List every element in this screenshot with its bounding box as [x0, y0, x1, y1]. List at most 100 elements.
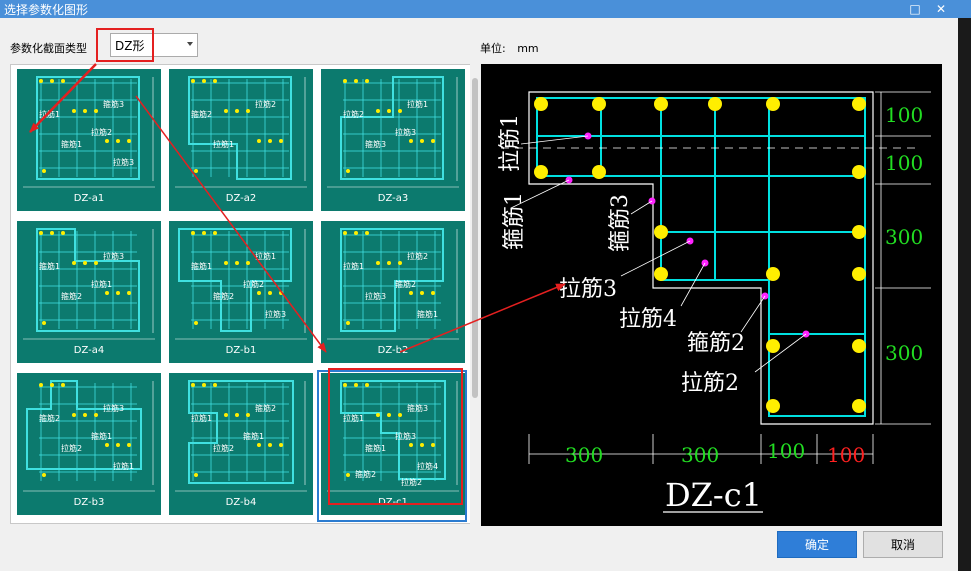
thumbnail-drawing: [169, 373, 313, 515]
ok-button[interactable]: 确定: [777, 531, 857, 558]
thumbnail-drawing: [17, 69, 161, 211]
stirrup-line: [536, 97, 866, 417]
thumbnail-rebar-label: 拉筋1: [213, 140, 235, 149]
thumbnail-rebar-label: 箍筋3: [365, 140, 387, 149]
shape-thumbnail[interactable]: 箍筋1 箍筋2 拉筋3 拉筋1 DZ-a4: [17, 221, 161, 363]
thumbnail-rebar-label: 箍筋2: [395, 280, 417, 289]
rebar-dot: [766, 97, 780, 111]
thumbnail-caption: DZ-b1: [225, 345, 257, 356]
thumbnail-rebar-label: 拉筋3: [103, 252, 125, 261]
unit-label: 单位:: [480, 42, 506, 55]
preview-rebar-label: 拉筋3: [559, 277, 617, 302]
thumbnail-rebar-label: 拉筋3: [103, 404, 125, 413]
preview-rebar-label: 箍筋2: [687, 331, 745, 356]
thumbnail-rebar-label: 拉筋1: [343, 262, 365, 271]
thumbnail-rebar-label: 拉筋1: [39, 110, 61, 119]
thumbnail-caption: DZ-a4: [73, 345, 105, 356]
rebar-dot: [708, 97, 722, 111]
thumbnail-rebar-label: 箍筋1: [91, 432, 113, 441]
dimension-right: 300: [885, 225, 923, 249]
thumbnail-drawing: [17, 373, 161, 515]
shape-thumbnail[interactable]: 拉筋1 箍筋1 箍筋3 拉筋2 拉筋3 DZ-a1: [17, 69, 161, 211]
unit-value: mm: [517, 42, 539, 55]
thumbnail-rebar-label: 箍筋2: [39, 414, 61, 423]
thumbnail-drawing: [169, 221, 313, 363]
dimension-bottom: 100: [767, 439, 805, 463]
thumbnail-drawing: [321, 221, 465, 363]
rebar-dot: [852, 399, 866, 413]
thumbnail-caption: DZ-b3: [73, 497, 105, 508]
rebar-dot: [592, 97, 606, 111]
shape-gallery: 拉筋1 箍筋1 箍筋3 拉筋2 拉筋3 DZ-a1 箍筋2 拉筋1 拉筋2 DZ-a2 拉筋2 箍筋3…: [10, 64, 480, 524]
preview-drawing: 拉筋1 箍筋1 箍筋3 拉筋3拉筋4 箍筋2 拉筋2 100 100 300 300 300 300 1…: [498, 91, 931, 514]
rebar-dot: [852, 97, 866, 111]
thumbnail-drawing: [169, 69, 313, 211]
thumbnail-rebar-label: 拉筋3: [113, 158, 135, 167]
preview-rebar-label: 箍筋3: [608, 194, 633, 252]
gallery-scrollbar[interactable]: [470, 64, 480, 524]
restore-button[interactable]: □: [906, 1, 924, 17]
thumbnail-rebar-label: 拉筋1: [407, 100, 429, 109]
shape-thumbnail[interactable]: 拉筋1 拉筋3 拉筋2 箍筋2 箍筋1 DZ-b2: [321, 221, 465, 363]
preview-panel: 拉筋1 箍筋1 箍筋3 拉筋3 拉筋4 箍筋2 拉筋2 100 100 300 300 300 300 1…: [481, 64, 942, 526]
title-bar: 选择参数化图形 □ ✕: [0, 0, 971, 18]
thumbnail-rebar-label: 拉筋2: [407, 252, 429, 261]
rebar-dot: [654, 97, 668, 111]
thumbnail-rebar-label: 拉筋3: [365, 292, 387, 301]
thumbnail-rebar-label: 拉筋3: [265, 310, 287, 319]
highlight-box-select: [96, 28, 154, 62]
thumbnail-rebar-label: 拉筋1: [113, 462, 135, 471]
preview-rebar-label: 拉筋2: [681, 371, 739, 396]
dimension-right: 100: [885, 103, 923, 127]
thumbnail-rebar-label: 拉筋2: [255, 100, 277, 109]
thumbnail-rebar-label: 拉筋3: [395, 128, 417, 137]
preview-title: DZ-c1: [665, 476, 762, 514]
shape-thumbnail[interactable]: 箍筋2 拉筋2 拉筋3 箍筋1 拉筋1 DZ-b3: [17, 373, 161, 515]
thumbnail-rebar-label: 拉筋2: [91, 128, 113, 137]
thumbnail-rebar-label: 箍筋1: [243, 432, 265, 441]
thumbnail-caption: DZ-a2: [225, 193, 257, 204]
section-type-label: 参数化截面类型: [10, 42, 87, 55]
window-edge: [958, 18, 971, 571]
rebar-dot: [852, 267, 866, 281]
dimension-right: 300: [885, 341, 923, 365]
dimension-bottom: 100: [827, 443, 865, 467]
thumbnail-drawing: [17, 221, 161, 363]
rebar-dot: [534, 97, 548, 111]
thumbnail-caption: DZ-b4: [225, 497, 257, 508]
thumbnail-rebar-label: 拉筋1: [91, 280, 113, 289]
rebar-dot: [654, 225, 668, 239]
thumbnail-rebar-label: 箍筋1: [191, 262, 213, 271]
thumbnail-drawing: [321, 69, 465, 211]
rebar-dot: [852, 165, 866, 179]
rebar-dot: [654, 267, 668, 281]
thumbnail-rebar-label: 箍筋2: [213, 292, 235, 301]
shape-thumbnail[interactable]: 箍筋1 箍筋2 拉筋1 拉筋2 拉筋3 DZ-b1: [169, 221, 313, 363]
shape-thumbnail[interactable]: 拉筋2 箍筋3 拉筋1 拉筋3 DZ-a3: [321, 69, 465, 211]
rebar-dot: [852, 339, 866, 353]
preview-rebar-label: 箍筋1: [502, 192, 527, 250]
dimension-bottom: 300: [565, 443, 603, 467]
dimension-bottom: 300: [681, 443, 719, 467]
window-title: 选择参数化图形: [4, 2, 89, 17]
thumbnail-rebar-label: 箍筋2: [191, 110, 213, 119]
scrollbar-thumb[interactable]: [472, 78, 478, 398]
rebar-dot: [534, 165, 548, 179]
shape-thumbnail[interactable]: 拉筋1 拉筋2 箍筋2 箍筋1 DZ-b4: [169, 373, 313, 515]
thumbnail-rebar-label: 拉筋2: [61, 444, 83, 453]
thumbnail-rebar-label: 拉筋1: [255, 252, 277, 261]
thumbnail-rebar-label: 拉筋2: [343, 110, 365, 119]
thumbnail-caption: DZ-a1: [73, 193, 105, 204]
thumbnail-rebar-label: 箍筋2: [61, 292, 83, 301]
thumbnail-rebar-label: 箍筋1: [61, 140, 83, 149]
shape-thumbnail[interactable]: 箍筋2 拉筋1 拉筋2 DZ-a2: [169, 69, 313, 211]
rebar-dot: [766, 267, 780, 281]
chevron-down-icon[interactable]: [187, 42, 193, 46]
thumbnail-caption: DZ-a3: [377, 193, 409, 204]
close-button[interactable]: ✕: [932, 1, 950, 17]
rebar-dot: [592, 165, 606, 179]
cancel-button[interactable]: 取消: [863, 531, 943, 558]
thumbnail-rebar-label: 箍筋1: [39, 262, 61, 271]
rebar-dot: [766, 339, 780, 353]
thumbnail-rebar-label: 拉筋1: [191, 414, 213, 423]
